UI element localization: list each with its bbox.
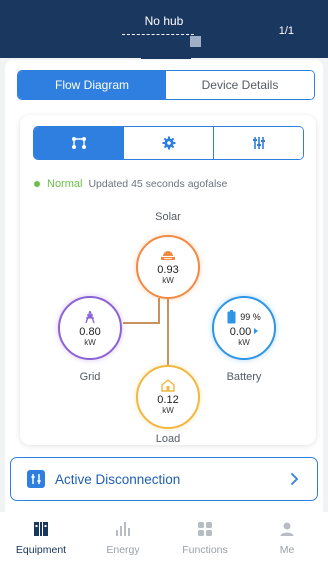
updated-text: Updated 45 seconds agofalse: [88, 178, 228, 190]
active-disconnection-button[interactable]: Active Disconnection: [10, 457, 318, 501]
gear-icon: [162, 136, 175, 150]
bar-chart-icon: [116, 522, 130, 536]
solar-label: Solar: [155, 211, 181, 223]
load-value: 0.12: [157, 394, 179, 406]
battery-node[interactable]: 99 % 0.00 kW: [212, 296, 276, 360]
equipment-icon: [34, 522, 48, 536]
top-header: No hub 1/1: [0, 0, 328, 59]
grid-node[interactable]: 0.80 kW: [58, 296, 122, 360]
grid-value: 0.80: [79, 325, 101, 338]
sliders-icon: [252, 137, 265, 149]
status-dot: [34, 181, 40, 187]
battery-unit: kW: [238, 337, 250, 347]
status-row: Normal Updated 45 seconds agofalse: [34, 178, 227, 190]
header-notch: [141, 50, 191, 59]
page-indicator: 1/1: [278, 25, 294, 37]
load-unit: kW: [162, 406, 174, 415]
nav-equipment-label: Equipment: [15, 544, 67, 556]
tab-settings[interactable]: [123, 127, 213, 159]
person-icon: [280, 522, 294, 536]
battery-icon: [227, 309, 236, 323]
tab-flow-diagram[interactable]: Flow Diagram: [18, 71, 166, 99]
battery-label: Battery: [226, 371, 262, 383]
main-card: Flow Diagram Device Details Normal Updat…: [5, 60, 323, 520]
status-text: Normal: [47, 178, 83, 190]
nav-energy-label: Energy: [106, 544, 140, 556]
solar-grid-connector-v: [158, 298, 160, 324]
flow-icon: [71, 137, 86, 149]
battery-arrow-icon: [254, 327, 259, 334]
nav-energy[interactable]: Energy: [82, 512, 164, 566]
battery-value: 0.00: [229, 325, 252, 338]
nav-functions-label: Functions: [182, 544, 228, 556]
battery-soc-row: 99 %: [227, 309, 261, 324]
tab-sliders[interactable]: [213, 127, 303, 159]
solar-panel-icon: [161, 250, 175, 260]
solar-node[interactable]: 0.93 kW: [136, 235, 200, 299]
active-disconnection-label: Active Disconnection: [55, 471, 181, 487]
solar-value: 0.93: [157, 263, 179, 276]
load-label: Load: [155, 433, 181, 445]
chevron-right-icon: [290, 472, 299, 486]
grid-icon: [198, 522, 212, 536]
hub-dots-indicator: [122, 34, 194, 35]
load-node[interactable]: 0.12 kW: [136, 365, 200, 429]
nav-equipment[interactable]: Equipment: [0, 512, 82, 566]
tab-flow-icon[interactable]: [34, 127, 123, 159]
flow-card: Normal Updated 45 seconds agofalse Solar…: [20, 115, 316, 445]
grid-label: Grid: [79, 371, 101, 383]
grid-unit: kW: [84, 337, 96, 347]
solar-grid-connector-h: [123, 322, 160, 324]
hub-image-icon: [190, 36, 201, 47]
view-tabs: Flow Diagram Device Details: [17, 70, 315, 100]
nav-me-label: Me: [279, 544, 295, 556]
tab-device-details[interactable]: Device Details: [166, 71, 314, 99]
battery-soc: 99 %: [240, 311, 261, 322]
house-icon: [161, 379, 175, 392]
bottom-nav: Equipment Energy Functions Me: [0, 512, 328, 566]
power-tower-icon: [85, 310, 95, 323]
sliders-icon: [27, 470, 45, 488]
icon-tabs: [33, 126, 304, 160]
nav-functions[interactable]: Functions: [164, 512, 246, 566]
solar-unit: kW: [162, 275, 174, 285]
battery-value-row: 0.00: [229, 324, 259, 338]
nav-me[interactable]: Me: [246, 512, 328, 566]
